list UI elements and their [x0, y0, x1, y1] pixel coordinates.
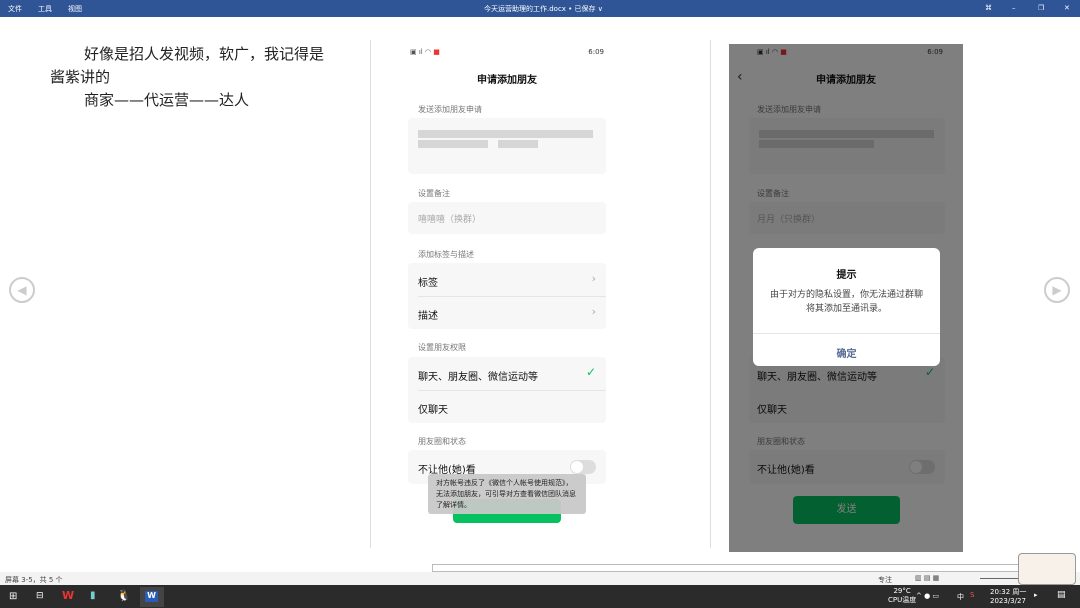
minimize-button[interactable]: –	[1012, 4, 1016, 12]
remark-value: 嘻嘻嘻（换群）	[418, 215, 482, 225]
document-text[interactable]: 好像是招人发视频，软广，我记得是 酱紫讲的 商家——代运营——达人	[50, 43, 360, 112]
request-message-field[interactable]	[408, 118, 606, 174]
focus-mode-button[interactable]: 专注	[878, 575, 892, 585]
section-label: 朋友圈和状态	[418, 437, 466, 446]
mascot-widget[interactable]	[1018, 553, 1076, 585]
title-bar: 文件 工具 视图 今天运营助理的工作.docx • 已保存 ∨ ⌘ – ❐ ✕	[0, 0, 1080, 17]
maximize-button[interactable]: ❐	[1038, 4, 1044, 12]
notification-icon[interactable]: ▤	[1057, 590, 1066, 600]
taskbar: ⊞ ⊟ W ▮ 🐧 W 29°C CPU温度 ^ ● ▭ 中 S 20:32 周一…	[0, 585, 1080, 608]
section-label: 添加标签与描述	[418, 250, 474, 259]
error-toast: 对方帐号违反了《微信个人帐号使用规范》，无法添加朋友，可引导对方查看微信团队消息…	[428, 474, 586, 514]
date: 2023/3/27	[990, 597, 1026, 605]
app-icon[interactable]: ▮	[90, 590, 96, 601]
wps-icon[interactable]: W	[62, 589, 74, 602]
divider	[370, 40, 371, 548]
chevron-right-icon: ›	[591, 305, 596, 318]
section-label: 设置备注	[418, 189, 450, 198]
page-info: 屏幕 3-5，共 5 个	[5, 576, 63, 584]
permission-chat-only-option[interactable]: 仅聊天	[418, 401, 448, 416]
dialog-confirm-button[interactable]: 确定	[753, 345, 940, 360]
dialog-title: 提示	[836, 270, 857, 281]
permission-all-option[interactable]: 聊天、朋友圈、微信运动等	[418, 368, 538, 383]
section-label: 设置朋友权限	[418, 343, 466, 352]
tags-card: 标签 › 描述 ›	[408, 263, 606, 329]
zoom-slider[interactable]	[980, 578, 1020, 579]
start-icon[interactable]: ⊞	[9, 591, 17, 602]
ime-indicator[interactable]: 中	[957, 592, 964, 602]
horizontal-scrollbar[interactable]	[432, 564, 1022, 572]
doc-line: 酱紫讲的	[50, 68, 111, 86]
status-icons: ▣ ıl ◠ ■	[410, 48, 440, 56]
word-taskbar-button[interactable]: W	[140, 587, 164, 607]
doc-line: 好像是招人发视频，软广，我记得是	[84, 45, 325, 63]
description-item[interactable]: 描述	[418, 307, 438, 322]
doc-line: 商家——代运营——达人	[84, 91, 250, 109]
cpu-temp: 29°C CPU温度	[888, 587, 916, 605]
menu-file[interactable]: 文件	[8, 4, 22, 14]
remark-field[interactable]: 嘻嘻嘻（换群）	[408, 202, 606, 234]
qq-icon[interactable]: 🐧	[117, 589, 131, 602]
privacy-dialog: 提示 由于对方的隐私设置，你无法通过群聊将其添加至通讯录。 确定	[753, 248, 940, 366]
close-button[interactable]: ✕	[1064, 4, 1070, 12]
show-desktop-icon[interactable]: ▸	[1034, 591, 1038, 599]
phone-screenshot-2: ▣ ıl ◠ ■ 6:09 ‹ 申请添加朋友 发送添加朋友申请 设置备注 月月（…	[729, 44, 963, 552]
temp-value: 29°C	[893, 587, 911, 595]
menu-tools[interactable]: 工具	[38, 4, 52, 14]
status-time: 6:09	[588, 48, 604, 56]
sogou-icon[interactable]: S	[970, 591, 974, 599]
fullscreen-button[interactable]: ⌘	[985, 4, 992, 12]
phone-screenshot-1: ▣ ıl ◠ ■ 6:09 ‹ 申请添加朋友 发送添加朋友申请 设置备注 嘻嘻嘻…	[408, 44, 606, 550]
check-icon: ✓	[585, 365, 596, 379]
hide-moments-toggle[interactable]	[570, 460, 596, 474]
word-icon: W	[145, 591, 158, 602]
status-bar: 屏幕 3-5，共 5 个 专注 ▥ ▤ ▦	[0, 572, 1080, 585]
tags-item[interactable]: 标签	[418, 274, 438, 289]
divider	[710, 40, 711, 548]
clock[interactable]: 20:32 周一 2023/3/27	[990, 587, 1026, 605]
tray-icons[interactable]: ^ ● ▭	[916, 592, 939, 600]
next-page-button[interactable]: ▶	[1044, 277, 1070, 303]
dialog-message: 由于对方的隐私设置，你无法通过群聊将其添加至通讯录。	[769, 290, 923, 314]
task-view-icon[interactable]: ⊟	[36, 591, 44, 601]
view-mode-icons[interactable]: ▥ ▤ ▦	[915, 574, 939, 582]
section-label: 发送添加朋友申请	[418, 105, 482, 114]
document-title[interactable]: 今天运营助理的工作.docx • 已保存 ∨	[484, 4, 603, 14]
menu-view[interactable]: 视图	[68, 4, 82, 14]
time: 20:32 周一	[990, 588, 1027, 596]
chevron-right-icon: ›	[591, 272, 596, 285]
temp-label: CPU温度	[888, 596, 917, 604]
permission-card: 聊天、朋友圈、微信运动等 ✓ 仅聊天	[408, 357, 606, 423]
prev-page-button[interactable]: ◀	[9, 277, 35, 303]
page-title: 申请添加朋友	[477, 75, 537, 86]
